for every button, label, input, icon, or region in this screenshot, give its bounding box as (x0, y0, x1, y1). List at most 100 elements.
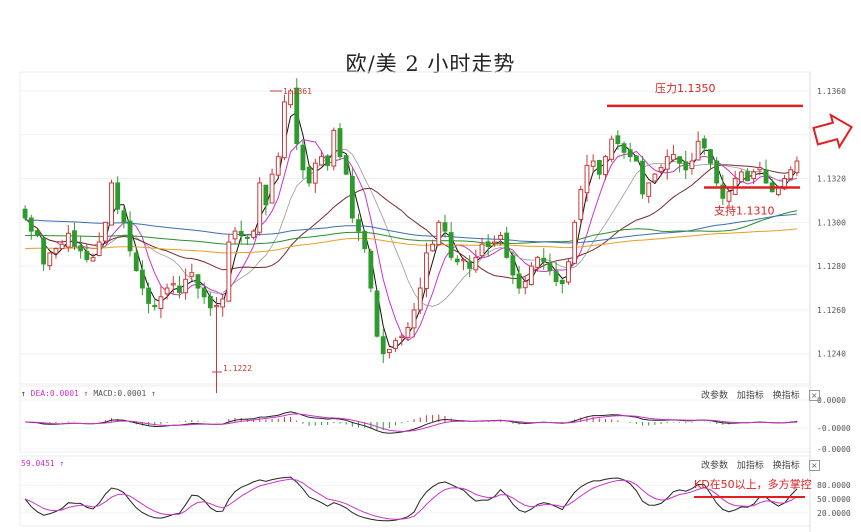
change-params-button[interactable]: 改参数 (701, 391, 728, 401)
candle (109, 182, 114, 226)
candle (454, 258, 460, 263)
candle (72, 230, 77, 247)
candle (195, 274, 201, 289)
candle (177, 285, 182, 293)
candle (442, 222, 448, 232)
candle (102, 221, 108, 242)
candle (393, 340, 398, 349)
add-indicator-button[interactable]: 加指标 (737, 391, 764, 401)
candle (510, 255, 516, 276)
up-arrow-icon: ↑ (59, 459, 65, 468)
change-params-button[interactable]: 改参数 (701, 461, 728, 471)
candle (683, 161, 689, 171)
up-arrow-icon: ↑ (21, 389, 26, 398)
close-icon[interactable]: × (808, 460, 820, 471)
candle (671, 153, 676, 161)
candle (152, 304, 158, 308)
candle (220, 298, 226, 308)
candle (232, 230, 238, 240)
candle (374, 290, 380, 337)
candle (399, 335, 405, 339)
macd-dea-value: DEA:0.0001 (30, 389, 79, 398)
low-label: 1.1222 (223, 364, 252, 373)
candle (28, 217, 34, 232)
candle (343, 155, 349, 175)
candle (467, 261, 473, 269)
chart-canvas[interactable]: 1.13601.13401.13201.13001.12801.12601.12… (0, 0, 861, 532)
candle (226, 241, 232, 302)
candle (726, 191, 732, 202)
candle (738, 171, 744, 183)
macd-toolbar: 改参数 加指标 换指标 × (701, 388, 826, 401)
price-tick-label: 1.1320 (817, 175, 846, 184)
high-label: 1.1361 (283, 87, 312, 96)
candle (708, 149, 713, 164)
candle (127, 220, 133, 252)
candle (300, 144, 306, 171)
main-panel-frame (19, 71, 811, 385)
candle (461, 259, 466, 262)
candle (559, 279, 565, 285)
kd-tick-label: 80.0000 (817, 481, 851, 490)
candle (417, 287, 423, 311)
right-arrow-icon (812, 112, 854, 150)
candle (584, 164, 590, 194)
candle (424, 252, 429, 289)
candle (664, 156, 670, 170)
candle (473, 256, 479, 271)
kd-axis: 80.0000 50.0000 20.0000 (817, 481, 851, 518)
support-label: 支持1.1310 (714, 203, 775, 217)
candle (244, 236, 250, 239)
close-icon[interactable]: × (808, 390, 820, 401)
kd-legend: 59.0451 ↑ (21, 459, 64, 468)
candle (201, 288, 207, 298)
candle (356, 219, 361, 232)
candle (158, 296, 164, 310)
macd-grid (20, 399, 810, 450)
macd-tick-label: -0.0000 (817, 424, 851, 433)
candle (331, 129, 337, 167)
kd-tick-label: 50.0000 (817, 495, 851, 504)
switch-indicator-button[interactable]: 换指标 (773, 461, 800, 471)
candle (572, 221, 578, 264)
candle (553, 270, 559, 282)
candle (35, 230, 40, 236)
kd-value: 59.0451 (21, 459, 55, 468)
candle (306, 166, 312, 184)
candle (275, 156, 281, 176)
candle (22, 208, 28, 219)
candle (294, 87, 300, 145)
candle (282, 101, 287, 159)
candle (121, 210, 127, 223)
candle (238, 230, 244, 236)
macd-axis: 0.0000-0.0000-0.0000 (817, 396, 851, 454)
candle (84, 250, 90, 261)
kd-annotation: KD在50以上，多方掌控 (694, 477, 812, 491)
switch-indicator-button[interactable]: 换指标 (773, 391, 800, 401)
candle (541, 257, 547, 263)
candle (349, 176, 355, 219)
candle (757, 167, 763, 171)
candle (47, 252, 53, 267)
candle (788, 169, 794, 180)
macd-legend: ↑ DEA:0.0001 ↑ MACD:0.0001 ↑ (21, 389, 156, 398)
candle (133, 252, 139, 272)
candle (164, 287, 170, 295)
candle (763, 169, 769, 184)
candle (745, 171, 750, 182)
price-tick-label: 1.1240 (817, 350, 846, 359)
macd-macd-value: MACD:0.0001 (93, 389, 147, 398)
candle (596, 159, 602, 175)
candle (646, 182, 652, 197)
candle (263, 184, 269, 206)
candle (146, 287, 151, 304)
candle (325, 155, 331, 166)
candle (65, 232, 71, 248)
candle (603, 156, 608, 176)
candle (41, 237, 47, 265)
candlesticks (22, 78, 800, 394)
candle (78, 245, 84, 252)
candle (609, 138, 615, 160)
candle (522, 280, 528, 289)
add-indicator-button[interactable]: 加指标 (737, 461, 764, 471)
